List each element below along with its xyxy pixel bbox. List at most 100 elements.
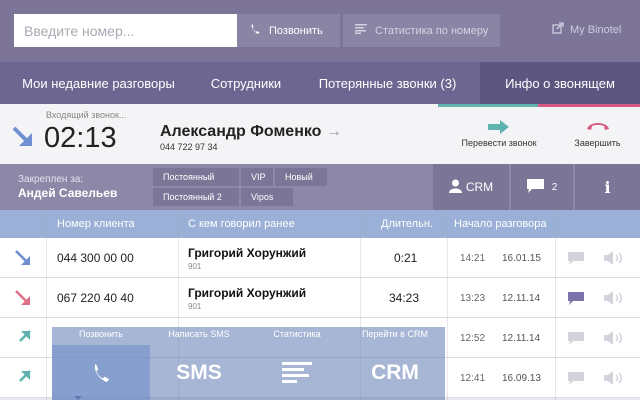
header-previous-contact: С кем говорил ранее	[188, 218, 295, 230]
contact-extension: 901	[188, 261, 202, 271]
speaker-icon[interactable]	[604, 238, 624, 278]
call-button[interactable]: Позвонить	[237, 14, 340, 47]
call-duration: 34:23	[389, 291, 420, 305]
missed-call-icon	[15, 278, 31, 318]
crm-button[interactable]: CRM	[433, 164, 509, 210]
previous-contact: Григорий Хорунжий 901	[188, 238, 306, 278]
hangup-icon	[560, 120, 635, 136]
messages-count: 2	[551, 181, 558, 193]
call-time: 12:52	[460, 332, 486, 344]
call-date: 16.09.13	[502, 372, 541, 384]
my-binotel-link[interactable]: My Binotel	[552, 22, 621, 37]
call-time: 14:21	[460, 252, 486, 264]
end-call-label: Завершить	[574, 138, 621, 148]
header-start-time: Начало разговора	[454, 218, 547, 230]
active-call-panel: Входящий звонок... 02:13 Александр Фомен…	[0, 104, 640, 164]
transfer-call-button[interactable]: Перевести звонок	[444, 120, 554, 148]
pinned-manager-name: Андей Савельев	[18, 186, 118, 200]
phone-icon	[249, 23, 261, 38]
column-divider	[46, 210, 47, 400]
client-info-bar: Закреплен за: Андей Савельев Постоянный …	[0, 164, 640, 210]
user-icon	[448, 179, 462, 196]
tab-employees[interactable]: Сотрудники	[197, 62, 295, 104]
overlay-sms-label: Написать SMS	[168, 329, 230, 339]
row-action-panel: Позвонить Написать SMS SMS Статистика Пе…	[52, 327, 445, 400]
speaker-icon[interactable]	[604, 358, 624, 398]
call-timer: 02:13	[44, 122, 117, 154]
speaker-icon[interactable]	[604, 318, 624, 358]
call-button-label: Позвонить	[269, 24, 323, 37]
outgoing-call-icon	[15, 358, 31, 398]
header-duration: Длительн.	[381, 218, 433, 230]
comment-icon[interactable]	[568, 318, 584, 358]
transfer-accent	[438, 104, 538, 107]
previous-contact: Григорий Хорунжий 901	[188, 278, 306, 318]
caller-name-text: Александр Фоменко	[160, 123, 322, 140]
caller-name[interactable]: Александр Фоменко →	[160, 123, 342, 141]
comment-icon[interactable]	[568, 358, 584, 398]
crm-text: CRM	[371, 360, 419, 384]
call-time: 12:41	[460, 372, 486, 384]
calls-table-header: Номер клиента С кем говорил ранее Длител…	[0, 210, 640, 238]
tag-chip[interactable]: Новый	[275, 168, 327, 186]
crm-button-label: CRM	[465, 180, 494, 194]
comment-icon[interactable]	[568, 238, 584, 278]
pinned-to-label: Закреплен за:	[18, 174, 84, 185]
overlay-crm-label: Перейти в CRM	[362, 329, 428, 339]
overlay-sms-button[interactable]: Написать SMS SMS	[150, 327, 248, 400]
overlay-call-label: Позвонить	[79, 329, 123, 339]
main-tabs: Мои недавние разговоры Сотрудники Потеря…	[0, 62, 640, 104]
overlay-crm-button[interactable]: Перейти в CRM CRM	[346, 327, 444, 400]
transfer-call-label: Перевести звонок	[461, 138, 537, 148]
stats-icon	[355, 24, 367, 37]
end-accent	[538, 104, 640, 107]
call-date: 16.01.15	[502, 252, 541, 264]
speaker-icon[interactable]	[604, 278, 624, 318]
chat-icon	[526, 178, 544, 196]
table-row[interactable]: 067 220 40 40 Григорий Хорунжий 901 34:2…	[0, 278, 640, 318]
stats-icon	[248, 345, 346, 400]
overlay-stats-button[interactable]: Статистика	[248, 327, 346, 400]
external-link-icon	[552, 22, 564, 37]
top-bar: Позвонить Статистика по номеру My Binote…	[0, 0, 640, 62]
overlay-call-button[interactable]: Позвонить	[52, 327, 150, 400]
tab-recent-calls[interactable]: Мои недавние разговоры	[0, 62, 197, 104]
phone-icon	[52, 345, 150, 400]
sms-text: SMS	[176, 360, 222, 384]
phone-search-input[interactable]	[14, 14, 237, 47]
tab-caller-info[interactable]: Инфо о звонящем	[480, 62, 640, 104]
overlay-stats-label: Статистика	[273, 329, 321, 339]
call-time: 13:23	[460, 292, 486, 304]
call-status: Входящий звонок...	[46, 110, 127, 120]
incoming-call-icon	[15, 238, 31, 278]
transfer-arrow-icon	[444, 120, 554, 136]
call-duration: 0:21	[394, 251, 418, 265]
header-client-number: Номер клиента	[57, 218, 135, 230]
column-divider	[555, 210, 556, 400]
tag-chip[interactable]: Постоянный	[153, 168, 239, 186]
comment-icon[interactable]	[568, 278, 584, 318]
contact-name: Григорий Хорунжий	[188, 285, 307, 300]
client-number[interactable]: 067 220 40 40	[57, 278, 134, 318]
arrow-right-icon: →	[325, 123, 342, 140]
client-number[interactable]: 044 300 00 00	[57, 238, 134, 278]
tag-chip[interactable]: VIP	[241, 168, 273, 186]
tag-chip[interactable]: Vipos	[241, 188, 293, 206]
my-binotel-label: My Binotel	[570, 23, 622, 36]
contact-extension: 901	[188, 301, 202, 311]
column-divider	[447, 210, 448, 400]
messages-button[interactable]: 2	[511, 164, 573, 210]
tab-missed-calls[interactable]: Потерянные звонки (3)	[295, 62, 480, 104]
outgoing-call-icon	[15, 318, 31, 358]
table-row[interactable]: 044 300 00 00 Григорий Хорунжий 901 0:21…	[0, 238, 640, 278]
number-stats-label: Статистика по номеру	[375, 24, 489, 37]
incoming-call-arrow-icon	[11, 125, 35, 154]
call-date: 12.11.14	[502, 292, 541, 304]
caller-phone: 044 722 97 34	[160, 142, 218, 152]
number-stats-button[interactable]: Статистика по номеру	[343, 14, 500, 47]
tag-chip[interactable]: Постоянный 2	[153, 188, 239, 206]
info-button[interactable]: i	[575, 164, 640, 210]
info-icon: i	[604, 177, 611, 197]
overlay-pointer	[74, 396, 82, 400]
end-call-button[interactable]: Завершить	[560, 120, 635, 148]
